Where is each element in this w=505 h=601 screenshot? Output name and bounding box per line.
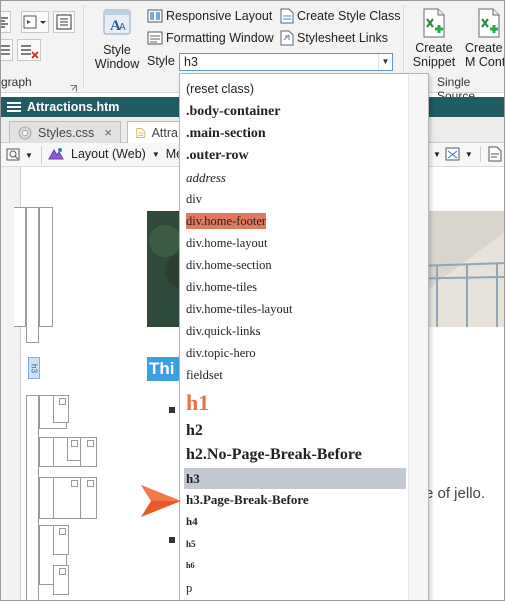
- formatting-window-label: Formatting Window: [166, 31, 274, 45]
- style-option-h6[interactable]: h6: [186, 561, 404, 570]
- stylesheet-links-label: Stylesheet Links: [297, 31, 389, 45]
- tab-attractions[interactable]: Attra: [127, 121, 187, 144]
- list-button[interactable]: [53, 11, 75, 33]
- create-micro-content-button[interactable]: Create M Conte: [459, 7, 505, 69]
- responsive-layout-button[interactable]: Responsive Layout: [147, 8, 272, 24]
- responsive-layout-label: Responsive Layout: [166, 9, 273, 23]
- structure-bracket[interactable]: [39, 207, 53, 327]
- create-snippet-icon: [423, 8, 445, 38]
- style-option-p[interactable]: p: [186, 581, 404, 596]
- close-icon[interactable]: ×: [104, 125, 112, 140]
- app-window: graph A A Style Window Responsive Layout…: [0, 0, 505, 601]
- ribbon-separator: [83, 5, 84, 89]
- structure-bracket[interactable]: [53, 395, 69, 423]
- toolbar-right-group: ▼ ▼ ▼: [433, 146, 504, 162]
- structure-bracket[interactable]: [67, 437, 81, 461]
- style-label: Style: [147, 54, 175, 68]
- menu-icon[interactable]: [7, 102, 21, 112]
- tab-label: Attra: [151, 126, 178, 140]
- create-snippet-label: Create Snippet: [412, 41, 456, 69]
- layout-web-icon: [48, 148, 64, 160]
- style-option-body-container[interactable]: .body-container: [186, 104, 404, 120]
- style-option-h5[interactable]: h5: [186, 539, 404, 549]
- create-style-class-label: Create Style Class: [297, 9, 401, 23]
- style-option-h3-selected[interactable]: h3: [184, 468, 406, 489]
- create-micro-content-icon: [478, 8, 500, 38]
- style-option-h3-page-break-before[interactable]: h3.Page-Break-Before: [186, 492, 404, 508]
- create-style-class-button[interactable]: Create Style Class: [280, 8, 401, 24]
- style-combo-value: h3: [184, 55, 198, 69]
- style-window-icon: A A: [103, 9, 131, 35]
- preview-icon: [6, 148, 20, 161]
- style-option-address[interactable]: address: [186, 170, 404, 186]
- style-window-button[interactable]: A A Style Window: [89, 7, 145, 71]
- table-lines-button[interactable]: [1, 39, 13, 61]
- structure-bracket[interactable]: [26, 207, 39, 343]
- create-style-class-icon: [280, 8, 294, 24]
- style-option-div-home-section[interactable]: div.home-section: [186, 258, 404, 273]
- dropdown-scrollbar[interactable]: [408, 74, 428, 600]
- style-option-outer-row[interactable]: .outer-row: [186, 148, 404, 164]
- style-option-div-home-footer[interactable]: div.home-footer: [186, 214, 404, 229]
- structure-tag-h3[interactable]: h3: [28, 357, 40, 379]
- style-option-h2-no-page-break-before[interactable]: h2.No-Page-Break-Before: [186, 446, 404, 464]
- tab-styles-css[interactable]: Styles.css ×: [9, 121, 121, 143]
- svg-text:A: A: [119, 22, 126, 33]
- callout-arrow-icon: [141, 485, 181, 517]
- bullet-marker: [169, 537, 175, 543]
- style-option-div-home-tiles-layout[interactable]: div.home-tiles-layout: [186, 302, 404, 317]
- style-option-div-topic-hero[interactable]: div.topic-hero: [186, 346, 404, 361]
- formatting-window-icon: [147, 31, 163, 45]
- stylesheet-links-icon: [280, 30, 294, 46]
- table-icon[interactable]: [445, 146, 461, 162]
- tab-label: Styles.css: [38, 125, 95, 140]
- document-title: Attractions.htm: [27, 100, 120, 114]
- structure-bracket[interactable]: [26, 395, 39, 600]
- body-text[interactable]: e of jello.: [425, 485, 485, 502]
- paragraph-group-label: graph: [1, 75, 32, 89]
- layout-label: Layout (Web): [71, 147, 146, 161]
- structure-bracket[interactable]: [53, 525, 69, 555]
- style-option-reset-class[interactable]: (reset class): [186, 82, 404, 96]
- style-option-div[interactable]: div: [186, 192, 404, 207]
- chevron-down-icon[interactable]: ▼: [433, 150, 441, 159]
- style-option-div-home-layout[interactable]: div.home-layout: [186, 236, 404, 251]
- toolbar-separator: [479, 146, 481, 162]
- structure-bracket[interactable]: [14, 207, 26, 327]
- structure-bracket[interactable]: [53, 565, 69, 595]
- indent-dropdown-button[interactable]: [21, 11, 49, 33]
- style-option-div-quick-links[interactable]: div.quick-links: [186, 324, 404, 339]
- dialog-launcher-icon[interactable]: [70, 81, 77, 92]
- structure-bracket[interactable]: [53, 477, 81, 519]
- create-micro-content-label: Create M Conte: [465, 41, 505, 69]
- formatting-window-button[interactable]: Formatting Window: [147, 30, 274, 46]
- style-option-div-home-tiles[interactable]: div.home-tiles: [186, 280, 404, 295]
- chevron-down-icon[interactable]: ▼: [25, 151, 33, 160]
- style-option-main-section[interactable]: .main-section: [186, 126, 404, 142]
- chevron-down-icon[interactable]: ▼: [378, 54, 392, 70]
- document-icon[interactable]: [488, 146, 502, 162]
- toolbar-separator: [41, 146, 43, 164]
- layout-dropdown[interactable]: Layout (Web) ▼ Me: [47, 146, 183, 162]
- create-snippet-button[interactable]: Create Snippet: [409, 7, 459, 69]
- chevron-down-icon[interactable]: ▼: [465, 150, 473, 159]
- align-left-button[interactable]: [1, 11, 11, 33]
- css-file-icon: [18, 126, 32, 139]
- stylesheet-links-button[interactable]: Stylesheet Links: [280, 30, 388, 46]
- style-combo-input[interactable]: h3 ▼: [179, 53, 393, 71]
- style-dropdown-list: (reset class) .body-container .main-sect…: [179, 73, 429, 600]
- style-option-h1[interactable]: h1: [186, 390, 404, 416]
- style-option-h4[interactable]: h4: [186, 516, 404, 528]
- style-window-label: Style Window: [94, 43, 140, 71]
- htm-file-icon: [136, 128, 146, 138]
- style-option-fieldset[interactable]: fieldset: [186, 368, 404, 383]
- style-option-h2[interactable]: h2: [186, 422, 404, 440]
- remove-format-icon[interactable]: [17, 39, 41, 61]
- preview-button[interactable]: ▼: [5, 146, 35, 164]
- responsive-layout-icon: [147, 9, 163, 23]
- chevron-down-icon: ▼: [151, 149, 160, 159]
- structure-tag-label: h3: [29, 363, 39, 373]
- bullet-marker: [169, 407, 175, 413]
- style-label-row: Style: [147, 54, 175, 68]
